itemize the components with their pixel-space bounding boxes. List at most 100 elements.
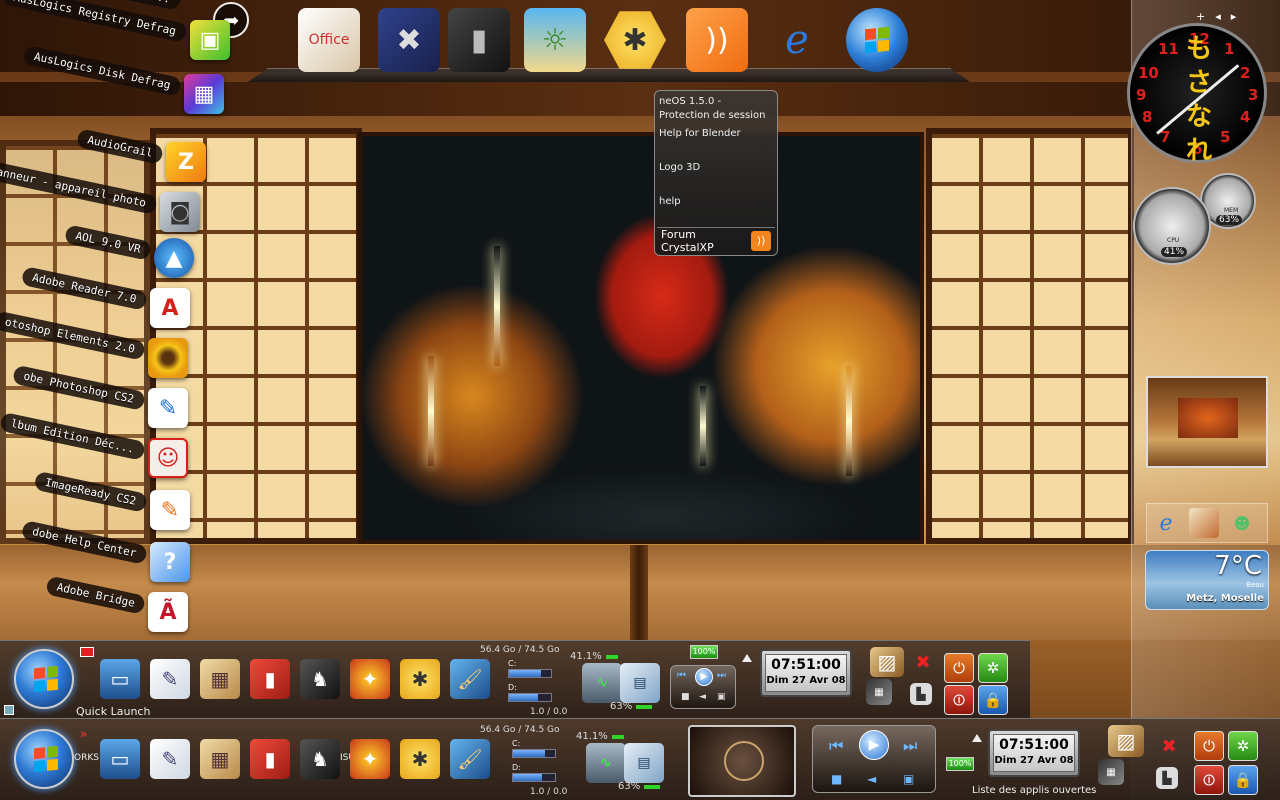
dock-item-disk-defrag[interactable]: AusLogics Disk Defrag ▦ bbox=[14, 45, 234, 116]
paint-monitor-icon[interactable]: 🖌 bbox=[450, 659, 490, 699]
notepad-icon[interactable]: ✎ bbox=[150, 739, 190, 779]
mp3-player-icon[interactable]: ▮ bbox=[448, 8, 510, 72]
notepad-icon[interactable]: ✎ bbox=[150, 659, 190, 699]
shutdown-button[interactable]: ⏻ bbox=[1194, 731, 1224, 761]
app-switcher-icon[interactable]: ▦ bbox=[866, 679, 892, 705]
cpu-monitor-icon[interactable]: ∿ bbox=[586, 743, 626, 783]
add-gadget-icon[interactable]: + bbox=[1196, 10, 1205, 24]
start-orb[interactable] bbox=[14, 729, 74, 789]
previous-track-icon[interactable]: ⏮ bbox=[829, 736, 843, 756]
open-apps-label[interactable]: Liste des applis ouvertes bbox=[972, 785, 1096, 796]
tools-book-icon[interactable]: ✖ bbox=[378, 8, 440, 72]
drive-c[interactable]: C: bbox=[508, 659, 552, 678]
next-page-icon[interactable]: ▸ bbox=[1231, 10, 1237, 24]
sleep-button[interactable]: ✲ bbox=[978, 653, 1008, 683]
mp3-player-icon[interactable]: ▮ bbox=[250, 659, 290, 699]
dock-item-adobe-bridge[interactable]: Adobe Bridge Ã bbox=[0, 575, 198, 634]
internet-explorer-icon[interactable]: e bbox=[1151, 508, 1181, 538]
dock-item-album-edition[interactable]: lbum Edition Déc... ☺ bbox=[0, 411, 198, 480]
dock-item-scanner[interactable]: Scanneur - appareil photo ◙ bbox=[0, 157, 210, 234]
drive-d[interactable]: D: bbox=[512, 763, 556, 782]
disk-summary: 56.4 Go / 74.5 Go bbox=[480, 645, 560, 655]
desktop-monitor-icon[interactable]: ▭ bbox=[100, 659, 140, 699]
quick-launch-label: Quick Launch bbox=[76, 705, 151, 718]
package-box-icon[interactable]: ▨ bbox=[870, 647, 904, 677]
shield-crest-icon[interactable]: ✦ bbox=[350, 739, 390, 779]
ram-chip-icon[interactable]: ▤ bbox=[624, 743, 664, 783]
chess-game-icon[interactable]: ♞ bbox=[300, 739, 340, 779]
previous-track-icon[interactable]: ⏮ bbox=[677, 670, 686, 681]
restart-button[interactable]: ⏼ bbox=[944, 685, 974, 715]
desktop-monitor-icon[interactable]: ▭ bbox=[100, 739, 140, 779]
shoji-folder-icon[interactable]: ▦ bbox=[200, 659, 240, 699]
popup-item-neos[interactable]: neOS 1.5.0 - Protection de session bbox=[659, 95, 773, 123]
cpu-meter bbox=[612, 735, 624, 739]
show-desktop-icon[interactable] bbox=[4, 705, 14, 715]
tray-expand-icon[interactable] bbox=[742, 654, 752, 662]
tray-expand-icon[interactable] bbox=[972, 734, 982, 742]
weather-gadget[interactable]: 7°C Beau Metz, Moselle bbox=[1145, 550, 1269, 610]
mp3-player-icon[interactable]: ▮ bbox=[250, 739, 290, 779]
volume-icon[interactable]: ◄ bbox=[867, 772, 876, 786]
battery-indicator[interactable]: 100% bbox=[946, 757, 974, 771]
disk-summary: 56.4 Go / 74.5 Go bbox=[480, 725, 560, 735]
beach-photo-icon[interactable]: ☼ bbox=[524, 8, 586, 72]
security-shield-icon[interactable]: ✱ bbox=[400, 739, 440, 779]
clock-display: 07:51:00 Dim 27 Avr 08 bbox=[765, 654, 847, 692]
next-track-icon[interactable]: ⏭ bbox=[903, 736, 917, 756]
slideshow-gadget[interactable] bbox=[1146, 376, 1268, 468]
play-icon[interactable]: ▶ bbox=[695, 668, 713, 686]
popup-item-help[interactable]: help bbox=[659, 195, 773, 209]
paint-monitor-icon[interactable]: 🖌 bbox=[450, 739, 490, 779]
ram-chip-icon[interactable]: ▤ bbox=[620, 663, 660, 703]
security-shield-icon[interactable]: ✱ bbox=[604, 11, 666, 69]
expand-chevron-icon[interactable]: » bbox=[80, 727, 87, 741]
expand-arrow-icon[interactable] bbox=[80, 647, 94, 657]
popup-item-logo-3d[interactable]: Logo 3D bbox=[659, 161, 773, 175]
taskbar-clock[interactable]: 07:51:00 Dim 27 Avr 08 bbox=[988, 729, 1080, 777]
volume-icon[interactable]: ◄ bbox=[699, 692, 706, 702]
stop-icon[interactable]: ■ bbox=[831, 772, 842, 786]
lock-button[interactable]: 🔒 bbox=[1228, 765, 1258, 795]
mem-percent: 63% bbox=[610, 701, 633, 712]
clock-date: Dim 27 Avr 08 bbox=[994, 755, 1074, 766]
play-icon[interactable]: ▶ bbox=[859, 730, 889, 760]
popup-item-blender-help[interactable]: Help for Blender bbox=[659, 127, 773, 141]
control-panel-icon[interactable] bbox=[1189, 508, 1219, 538]
chess-game-icon[interactable]: ♞ bbox=[300, 659, 340, 699]
start-orb[interactable] bbox=[14, 649, 74, 709]
rss-icon[interactable]: )) bbox=[686, 8, 748, 72]
stop-icon[interactable]: ■ bbox=[681, 692, 690, 702]
popup-footer[interactable]: Forum CrystalXP )) bbox=[657, 227, 775, 254]
shield-crest-icon[interactable]: ✦ bbox=[350, 659, 390, 699]
cpu-monitor-icon[interactable]: ∿ bbox=[582, 663, 622, 703]
windows-orb-icon[interactable] bbox=[846, 8, 908, 72]
users-icon[interactable]: ☻ bbox=[1227, 508, 1257, 538]
battery-indicator[interactable]: 100% bbox=[690, 645, 718, 659]
close-window-icon[interactable]: ✖ bbox=[1156, 733, 1182, 759]
package-box-icon[interactable]: ▨ bbox=[1108, 725, 1144, 757]
playlist-icon[interactable]: ▣ bbox=[717, 692, 726, 702]
switch-user-icon[interactable]: ▙ bbox=[910, 683, 932, 705]
security-shield-icon[interactable]: ✱ bbox=[400, 659, 440, 699]
armillary-sphere-preview[interactable] bbox=[688, 725, 796, 797]
next-track-icon[interactable]: ⏭ bbox=[717, 670, 726, 681]
taskbar-clock[interactable]: 07:51:00 Dim 27 Avr 08 bbox=[760, 649, 852, 697]
previous-page-icon[interactable]: ◂ bbox=[1215, 10, 1221, 24]
dock-item-help-center[interactable]: dobe Help Center ? bbox=[0, 520, 200, 584]
drive-c[interactable]: C: bbox=[512, 739, 556, 758]
app-switcher-icon[interactable]: ▦ bbox=[1098, 759, 1124, 785]
playlist-icon[interactable]: ▣ bbox=[903, 772, 914, 786]
restart-button[interactable]: ⏼ bbox=[1194, 765, 1224, 795]
shoji-folder-icon[interactable]: ▦ bbox=[200, 739, 240, 779]
close-window-icon[interactable]: ✖ bbox=[910, 649, 936, 675]
sleep-button[interactable]: ✲ bbox=[1228, 731, 1258, 761]
lock-button[interactable]: 🔒 bbox=[978, 685, 1008, 715]
clock-gadget[interactable]: 12 1 2 3 4 5 6 7 8 9 10 11 も さ な れ bbox=[1127, 23, 1267, 166]
office-box-icon[interactable]: Office bbox=[298, 8, 360, 72]
drive-d[interactable]: D: bbox=[508, 683, 552, 702]
shutdown-button[interactable]: ⏻ bbox=[944, 653, 974, 683]
switch-user-icon[interactable]: ▙ bbox=[1156, 767, 1178, 789]
internet-explorer-icon[interactable]: e bbox=[766, 8, 828, 72]
right-shoji-panel bbox=[926, 128, 1134, 544]
